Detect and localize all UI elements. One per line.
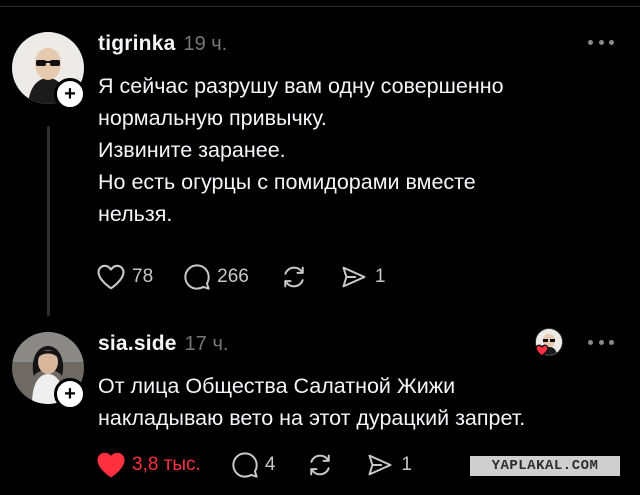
like-count: 3,8 тыс. <box>132 454 201 475</box>
post-header: tigrinka 19 ч. <box>98 32 227 56</box>
post-text-line: Но есть огурцы с помидорами вместе <box>98 170 476 194</box>
post-text-line: нормальную привычку. <box>98 106 327 130</box>
post-text-line: накладываю вето на этот дурацкий запрет. <box>98 406 526 430</box>
timestamp: 17 ч. <box>184 333 229 355</box>
thread-line <box>47 126 50 316</box>
timestamp: 19 ч. <box>183 33 228 55</box>
follow-plus-icon[interactable]: + <box>54 378 86 410</box>
send-icon <box>368 454 392 476</box>
post-text: От лица Общества Салатной Жижи накладыва… <box>98 370 618 434</box>
post-text-line: Извините заранее. <box>98 138 286 162</box>
heart-icon <box>97 452 125 478</box>
follow-plus-icon[interactable]: + <box>54 78 86 110</box>
share-button[interactable]: 1 <box>339 263 386 291</box>
share-count: 1 <box>374 266 386 287</box>
more-dots-icon[interactable] <box>588 338 614 346</box>
post-text: Я сейчас разрушу вам одну совершенно нор… <box>98 70 618 230</box>
comment-bubble-icon <box>184 264 210 290</box>
repost-icon <box>284 266 304 288</box>
username[interactable]: sia.side <box>98 332 177 356</box>
comment-bubble-icon <box>232 452 258 478</box>
post-header: sia.side 17 ч. <box>98 332 228 356</box>
comment-button[interactable]: 4 <box>231 451 276 479</box>
top-divider <box>0 6 640 7</box>
post-text-line: Я сейчас разрушу вам одну совершенно <box>98 74 504 98</box>
comment-button[interactable]: 266 <box>183 263 249 291</box>
post-actions: 78 266 1 <box>96 263 415 291</box>
comment-count: 4 <box>264 454 276 475</box>
post-text-line: От лица Общества Салатной Жижи <box>98 374 456 398</box>
repost-button[interactable] <box>305 451 335 479</box>
post-actions: 3,8 тыс. 4 1 <box>96 451 442 479</box>
send-icon <box>342 266 366 288</box>
comment-count: 266 <box>217 266 249 287</box>
post-sia-side: + sia.side 17 ч. От лица Общества Салатн… <box>0 320 640 495</box>
username[interactable]: tigrinka <box>98 32 175 56</box>
watermark: YAPLAKAL.COM <box>470 456 620 476</box>
avatar-wrap[interactable]: + <box>12 32 86 110</box>
avatar-wrap[interactable]: + <box>12 332 86 410</box>
like-count: 78 <box>132 266 154 287</box>
heart-icon <box>97 264 125 290</box>
like-button[interactable]: 78 <box>96 263 153 291</box>
like-button[interactable]: 3,8 тыс. <box>96 451 201 479</box>
post-tigrinka: + tigrinka 19 ч. Я сейчас разрушу вам од… <box>0 20 640 320</box>
repost-icon <box>310 454 331 476</box>
liked-heart-icon <box>535 344 549 357</box>
share-count: 1 <box>401 454 412 475</box>
repost-button[interactable] <box>279 263 309 291</box>
post-text-line: нельзя. <box>98 202 173 226</box>
more-dots-icon[interactable] <box>588 38 614 46</box>
share-button[interactable]: 1 <box>365 451 412 479</box>
